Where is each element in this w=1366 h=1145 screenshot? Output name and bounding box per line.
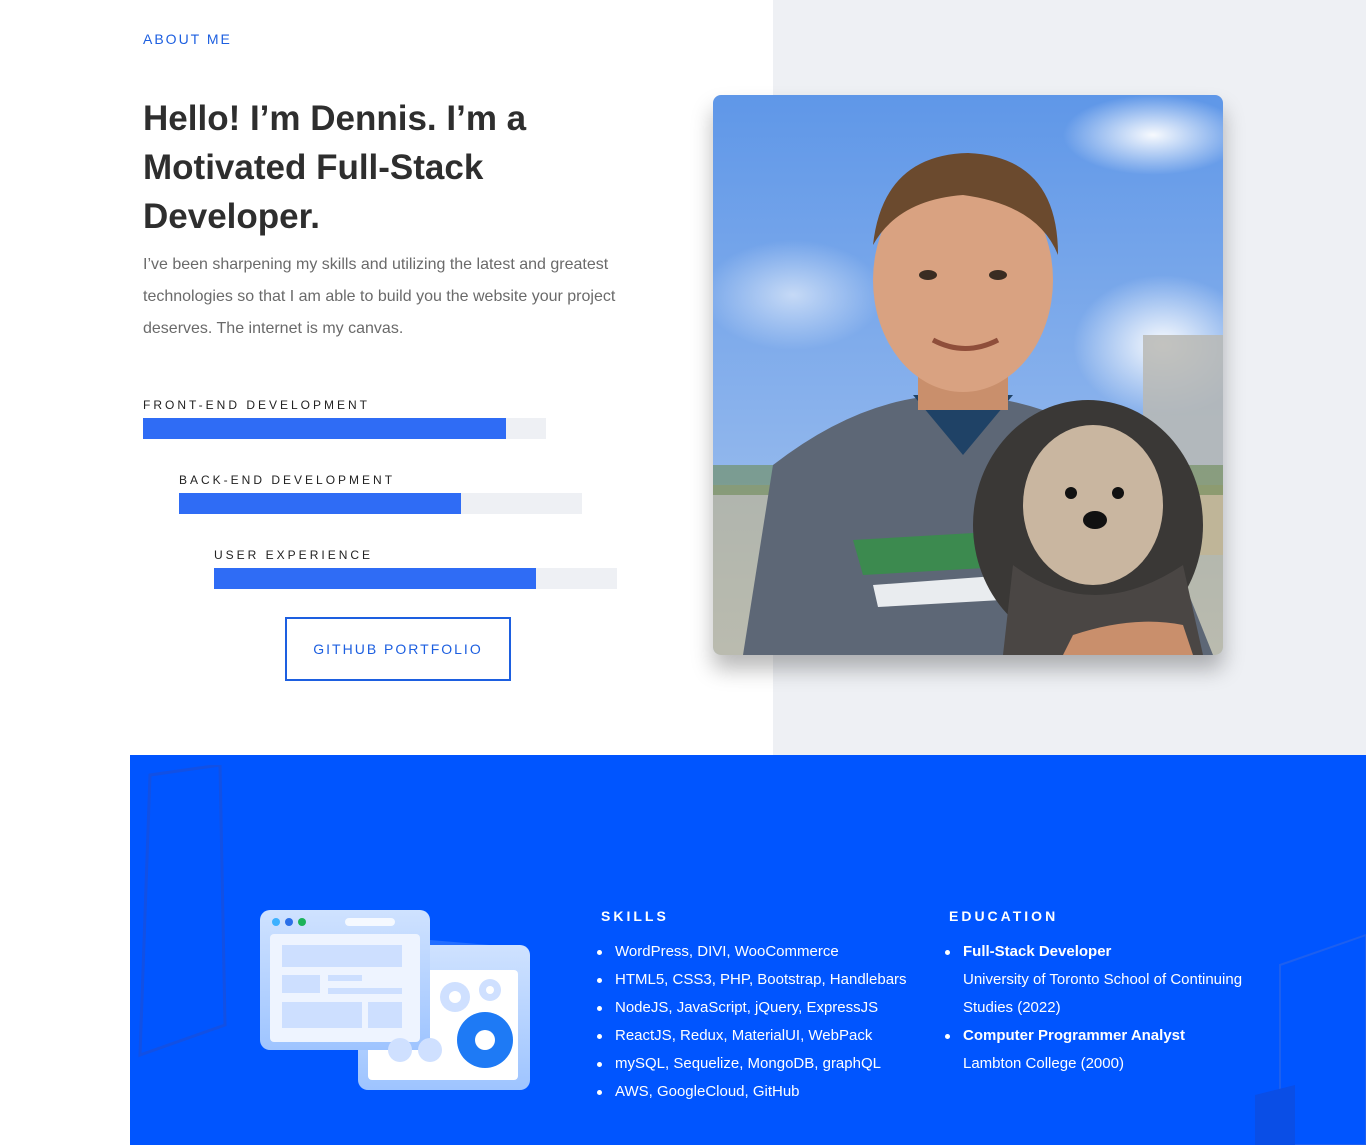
skill-track: [143, 418, 546, 439]
about-section: ABOUT ME Hello! I’m Dennis. I’m a Motiva…: [0, 0, 1366, 755]
profile-photo-illustration: [713, 95, 1223, 655]
about-headline: Hello! I’m Dennis. I’m a Motivated Full-…: [143, 99, 527, 236]
skills-education-section: SKILLS WordPress, DIVI, WooCommerce HTML…: [130, 755, 1366, 1145]
profile-photo: [713, 95, 1223, 655]
list-item: NodeJS, JavaScript, jQuery, ExpressJS: [597, 994, 927, 1022]
education-degree: Computer Programmer Analyst: [963, 1027, 1185, 1044]
skill-bar-frontend: FRONT-END DEVELOPMENT: [143, 398, 546, 439]
skill-bar-ux: USER EXPERIENCE: [214, 548, 617, 589]
skill-fill: [143, 418, 506, 439]
list-item: AWS, GoogleCloud, GitHub: [597, 1078, 927, 1106]
skill-track: [179, 493, 582, 514]
skill-bar-backend: BACK-END DEVELOPMENT: [179, 473, 582, 514]
skill-fill: [214, 568, 537, 589]
about-eyebrow: ABOUT ME: [143, 31, 232, 47]
skills-list: WordPress, DIVI, WooCommerce HTML5, CSS3…: [597, 938, 927, 1106]
education-degree: Full-Stack Developer: [963, 943, 1112, 960]
list-item: HTML5, CSS3, PHP, Bootstrap, Handlebars: [597, 966, 927, 994]
page: ABOUT ME Hello! I’m Dennis. I’m a Motiva…: [0, 0, 1366, 1145]
education-school: Lambton College (2000): [963, 1055, 1124, 1072]
skill-label: FRONT-END DEVELOPMENT: [143, 398, 371, 412]
decorative-shape-right: [1255, 933, 1366, 1145]
skill-fill: [179, 493, 462, 514]
list-item: Computer Programmer Analyst Lambton Coll…: [945, 1022, 1260, 1078]
education-school: University of Toronto School of Continui…: [963, 971, 1243, 1016]
skill-track: [214, 568, 617, 589]
list-item: ReactJS, Redux, MaterialUI, WebPack: [597, 1022, 927, 1050]
list-item: Full-Stack Developer University of Toron…: [945, 938, 1260, 1022]
github-portfolio-button[interactable]: GITHUB PORTFOLIO: [285, 617, 511, 681]
decorative-shape-left: [138, 765, 227, 1058]
list-item: mySQL, Sequelize, MongoDB, graphQL: [597, 1050, 927, 1078]
skill-label: USER EXPERIENCE: [214, 548, 374, 562]
education-list: Full-Stack Developer University of Toron…: [945, 938, 1260, 1078]
skill-label: BACK-END DEVELOPMENT: [179, 473, 396, 487]
web-settings-illustration: [260, 910, 530, 1090]
list-item: WordPress, DIVI, WooCommerce: [597, 938, 927, 966]
about-intro: I’ve been sharpening my skills and utili…: [143, 256, 616, 337]
skills-title: SKILLS: [601, 908, 669, 924]
education-title: EDUCATION: [949, 908, 1059, 924]
